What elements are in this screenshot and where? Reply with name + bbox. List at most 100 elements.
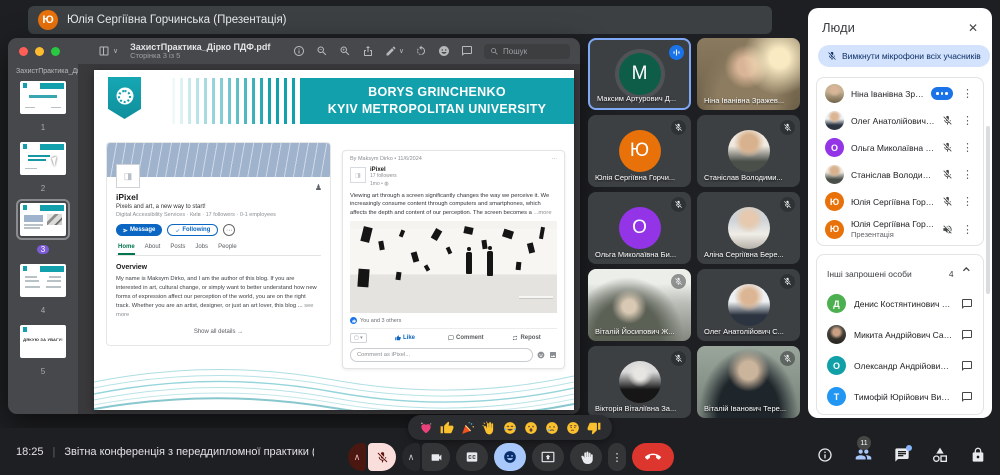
reactions-button-active[interactable] [494, 443, 526, 471]
page-thumbnail-2[interactable]: 2 [8, 142, 78, 196]
people-panel-toggle-icon[interactable]: 11 [855, 446, 872, 463]
raise-hand-button[interactable] [570, 443, 602, 471]
like-button[interactable]: Like [375, 335, 436, 341]
party-popper-reaction[interactable] [461, 421, 475, 435]
react-as-selector[interactable]: ▢ ▾ [350, 333, 367, 343]
tile-viktoriia[interactable]: Вікторія Віталіївна За... [588, 346, 691, 418]
tab-jobs[interactable]: Jobs [195, 244, 208, 255]
chat-notification-dot [906, 445, 912, 451]
tile-maksym[interactable]: М Максим Артурович Д... [588, 38, 691, 110]
meeting-details-icon[interactable] [817, 447, 833, 463]
tile-olha[interactable]: О Ольга Миколаївна Би... [588, 192, 691, 264]
zoom-in-tool-icon[interactable] [339, 45, 351, 57]
markup-tool-icon[interactable]: ∨ [385, 45, 404, 57]
show-all-details-link[interactable]: Show all details → [116, 329, 321, 335]
search-input[interactable] [503, 47, 563, 56]
rotate-tool-icon[interactable] [415, 45, 427, 57]
in-call-list: Ніна Іванівна Зражевсь... ⋮ Олег Анатолі… [816, 77, 984, 246]
info-tool-icon[interactable] [293, 45, 305, 57]
chat-panel-icon[interactable] [894, 447, 910, 463]
minimize-window-button[interactable] [35, 47, 44, 56]
mute-all-button[interactable]: Вимкнути мікрофони всіх учасників [818, 45, 990, 67]
document-search-field[interactable] [484, 44, 570, 59]
tab-home[interactable]: Home [118, 244, 135, 255]
astonished-face-reaction[interactable] [524, 421, 538, 435]
invited-row-oleksandr[interactable]: О Олександр Андрійович Гапон [817, 350, 983, 381]
chat-icon[interactable] [961, 360, 973, 372]
captions-button[interactable] [456, 443, 488, 471]
camera-toggle-button[interactable] [422, 443, 450, 471]
tab-about[interactable]: About [145, 244, 161, 255]
attach-image-icon[interactable] [549, 351, 557, 359]
more-options-icon[interactable]: ⋮ [960, 168, 975, 181]
comment-input[interactable]: Comment as iPixel... [350, 348, 533, 362]
tab-people[interactable]: People [218, 244, 237, 255]
thinking-face-reaction[interactable] [566, 421, 580, 435]
crying-face-reaction[interactable] [545, 421, 559, 435]
mic-options-chevron[interactable]: ∧ [348, 443, 366, 471]
chevron-up-icon[interactable]: ⌃ [960, 264, 973, 284]
more-options-button[interactable]: ⋮ [608, 443, 626, 471]
tile-yuliia[interactable]: Ю Юлія Сергіївна Горчи... [588, 115, 691, 187]
participant-row-stanislav[interactable]: Станіслав Володимир... ⋮ [817, 161, 983, 188]
mic-toggle-button-muted[interactable] [368, 443, 396, 471]
page-thumbnail-5[interactable]: ДЯКУЮ ЗА УВАГУ! 5 [8, 325, 78, 379]
sidebar-toggle-button[interactable]: ∨ [98, 45, 118, 57]
page-thumbnail-3-selected[interactable]: 3 [8, 203, 78, 257]
participant-row-olha[interactable]: О Ольга Миколаївна Бик... ⋮ [817, 134, 983, 161]
chat-icon[interactable] [961, 391, 973, 403]
tile-oleh[interactable]: Олег Анатолійович С... [697, 269, 800, 341]
window-traffic-lights[interactable] [19, 47, 60, 56]
signature-tool-icon[interactable] [461, 45, 473, 57]
profile-more-button[interactable]: ··· [223, 224, 235, 236]
participant-row-yuliia[interactable]: Ю Юлія Сергіївна Горчин... ⋮ [817, 188, 983, 215]
message-button[interactable]: Message [116, 224, 162, 236]
invited-row-mykyta[interactable]: Микита Андрійович Саєнко [817, 319, 983, 350]
close-window-button[interactable] [19, 47, 28, 56]
participant-row-nina[interactable]: Ніна Іванівна Зражевсь... ⋮ [817, 80, 983, 107]
emoji-icon[interactable] [537, 351, 545, 359]
participant-row-oleh[interactable]: Олег Анатолійович Се... ⋮ [817, 107, 983, 134]
more-options-icon[interactable]: ⋮ [960, 223, 975, 236]
comment-button[interactable]: Comment [435, 335, 496, 341]
more-options-icon[interactable]: ⋮ [960, 141, 975, 154]
more-options-icon[interactable]: ⋮ [960, 195, 975, 208]
leave-call-button[interactable] [632, 443, 674, 471]
host-controls-icon[interactable] [970, 447, 986, 463]
joy-face-reaction[interactable] [503, 421, 517, 435]
zoom-out-tool-icon[interactable] [316, 45, 328, 57]
thumbs-down-reaction[interactable] [587, 421, 601, 435]
participant-row-yuliia-presentation[interactable]: Ю Юлія Сергіївна Горчин... Презентація ⋮ [817, 215, 983, 243]
present-button[interactable] [532, 443, 564, 471]
thumbs-up-reaction[interactable] [440, 421, 454, 435]
close-panel-icon[interactable]: ✕ [968, 21, 978, 35]
clapping-hands-reaction[interactable] [482, 421, 496, 435]
page-thumbnail-4[interactable]: 4 [8, 264, 78, 318]
invited-row-tymofii[interactable]: Т Тимофій Юрійович Вишневськ... [817, 381, 983, 412]
activities-icon[interactable] [932, 447, 948, 463]
following-button[interactable]: Following [167, 224, 218, 236]
tile-vitalii-ivanovych[interactable]: Віталій Іванович Тере... [697, 346, 800, 418]
profile-meta: Digital Accessibility Services · Київ · … [116, 212, 321, 218]
more-options-icon[interactable]: ⋮ [960, 114, 975, 127]
tile-nina[interactable]: Ніна Іванівна Зражев... [697, 38, 800, 110]
zoom-window-button[interactable] [51, 47, 60, 56]
invited-row-denys[interactable]: Д Денис Костянтинович Лущике... [817, 288, 983, 319]
post-more-icon[interactable]: ··· [552, 156, 558, 162]
repost-button[interactable]: Repost [496, 335, 557, 341]
camera-options-chevron[interactable]: ∧ [402, 443, 420, 471]
tab-posts[interactable]: Posts [170, 244, 185, 255]
tile-vitalii-yosypovych[interactable]: Віталій Йосипович Ж... [588, 269, 691, 341]
pinned-presentation-banner[interactable]: Ю Юлія Сергіївна Горчинська (Презентація… [28, 6, 772, 34]
chat-icon[interactable] [961, 298, 973, 310]
highlight-tool-icon[interactable] [438, 45, 450, 57]
page-thumbnail-1[interactable]: 1 [8, 81, 78, 135]
post-more-link[interactable]: ...more [534, 210, 552, 216]
share-tool-icon[interactable] [362, 45, 374, 57]
tile-alina[interactable]: Аліна Сергіївна Бере... [697, 192, 800, 264]
panel-scrollbar[interactable] [986, 126, 990, 294]
tile-stanislav[interactable]: Станіслав Володими... [697, 115, 800, 187]
more-options-icon[interactable]: ⋮ [960, 87, 975, 100]
chat-icon[interactable] [961, 329, 973, 341]
sparkling-heart-reaction[interactable] [419, 421, 433, 435]
